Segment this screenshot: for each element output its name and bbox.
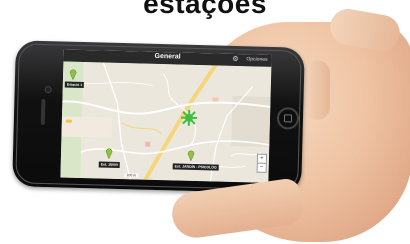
- active-station-icon[interactable]: [180, 109, 198, 127]
- app-screen: General ⚙ Opciones Estació 1 Est. 15000 …: [60, 49, 272, 183]
- home-button[interactable]: [276, 107, 300, 130]
- marker-label: Estació 1: [64, 81, 85, 89]
- map-scale: 100 m: [124, 173, 139, 178]
- gear-icon[interactable]: ⚙: [232, 55, 239, 64]
- map-pin-icon[interactable]: [187, 149, 195, 161]
- zoom-out-button[interactable]: −: [258, 164, 266, 172]
- options-button[interactable]: Opciones: [246, 56, 267, 63]
- hand-finger: [304, 60, 330, 120]
- marker-label: Est. 15000: [98, 161, 120, 169]
- map-pin-icon[interactable]: [69, 68, 77, 80]
- marker-label: Est. JARDÍN - PSICOLÓG: [172, 163, 219, 171]
- camera-icon: [44, 86, 52, 94]
- app-title: General: [154, 52, 181, 61]
- speaker-grille: [40, 98, 46, 126]
- phone-device: General ⚙ Opciones Estació 1 Est. 15000 …: [12, 40, 305, 194]
- zoom-control: + −: [256, 153, 268, 173]
- map-pin-icon[interactable]: [105, 147, 113, 159]
- zoom-in-button[interactable]: +: [257, 154, 267, 164]
- map-view[interactable]: Estació 1 Est. 15000 Est. JARDÍN - PSICO…: [60, 61, 272, 183]
- map-tiles: [60, 61, 272, 183]
